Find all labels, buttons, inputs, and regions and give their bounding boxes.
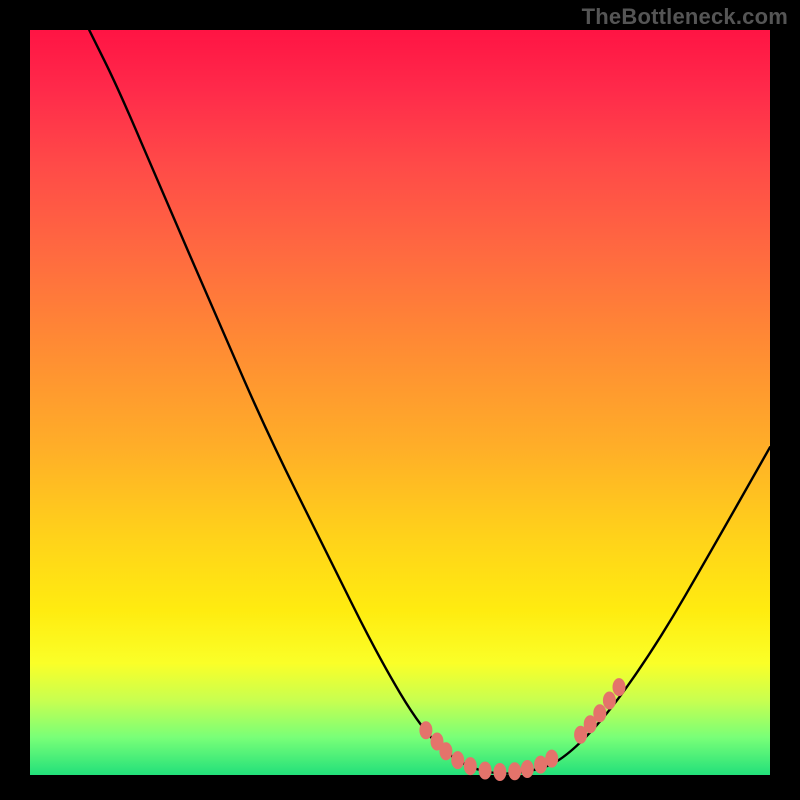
highlight-dot bbox=[603, 692, 616, 710]
highlight-dot bbox=[419, 721, 432, 739]
highlight-dot bbox=[439, 742, 452, 760]
highlight-dots-group bbox=[419, 678, 625, 781]
highlight-dot bbox=[508, 762, 521, 780]
highlight-dot bbox=[593, 704, 606, 722]
highlight-dot bbox=[613, 678, 626, 696]
watermark-text: TheBottleneck.com bbox=[582, 4, 788, 30]
highlight-dot bbox=[464, 757, 477, 775]
highlight-dot bbox=[521, 760, 534, 778]
gradient-plot-area bbox=[30, 30, 770, 775]
highlight-dot bbox=[534, 756, 547, 774]
highlight-dot bbox=[545, 750, 558, 768]
highlight-dot bbox=[451, 751, 464, 769]
highlight-dot bbox=[493, 763, 506, 781]
curve-svg bbox=[30, 30, 770, 775]
v-curve bbox=[89, 30, 770, 774]
highlight-dot bbox=[479, 762, 492, 780]
